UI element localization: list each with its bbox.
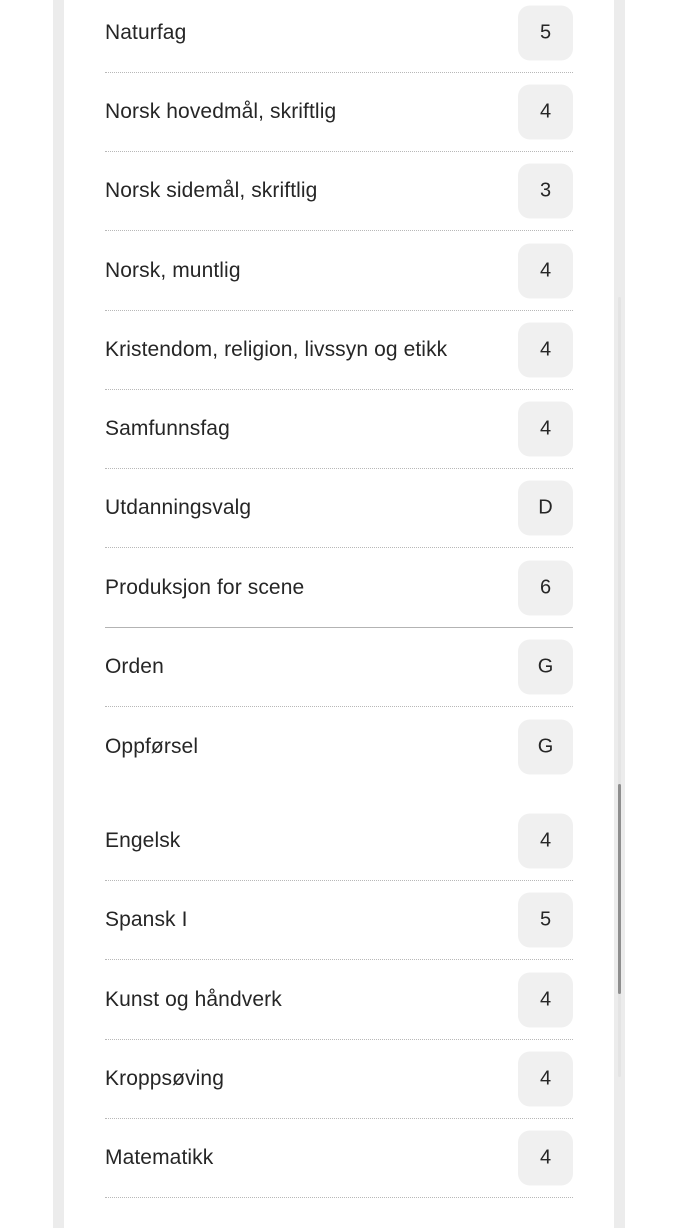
grade-row-orden: Orden G	[105, 628, 573, 707]
grade-row-norsk-hovedmal: Norsk hovedmål, skriftlig 4	[105, 73, 573, 152]
subject-label: Kristendom, religion, livssyn og etikk	[105, 338, 448, 361]
grade-badge: 4	[518, 84, 573, 140]
grade-badge: 4	[518, 972, 573, 1028]
grade-badge: 4	[518, 322, 573, 378]
grade-badge: G	[518, 639, 573, 695]
grade-row-matematikk: Matematikk 4	[105, 1119, 573, 1198]
grade-badge: 4	[518, 243, 573, 299]
grade-badge: G	[518, 719, 573, 774]
grade-row-naturfag: Naturfag 5	[105, 0, 573, 73]
subject-label: Spansk I	[105, 908, 188, 931]
grade-badge: 4	[518, 1130, 573, 1186]
grade-badge: 4	[518, 401, 573, 457]
left-gutter	[53, 0, 64, 1228]
subject-label: Engelsk	[105, 829, 181, 852]
subject-label: Orden	[105, 655, 164, 678]
subject-label: Produksjon for scene	[105, 576, 305, 599]
grade-row-utdanningsvalg: Utdanningsvalg D	[105, 469, 573, 548]
grade-badge: 3	[518, 163, 573, 219]
subject-label: Naturfag	[105, 21, 187, 44]
subject-label: Norsk, muntlig	[105, 259, 241, 282]
subject-label: Oppførsel	[105, 734, 199, 758]
grade-badge: 6	[518, 560, 573, 616]
grade-row-kunst-og-handverk: Kunst og håndverk 4	[105, 961, 573, 1040]
grade-badge: 4	[518, 1051, 573, 1107]
grade-row-engelsk: Engelsk 4	[105, 802, 573, 881]
subject-label: Samfunnsfag	[105, 417, 230, 440]
grade-row-oppforsel: Oppførsel G	[105, 707, 573, 786]
subject-label: Kunst og håndverk	[105, 988, 282, 1011]
scrollbar-thumb[interactable]	[618, 784, 621, 994]
subject-label: Kroppsøving	[105, 1067, 224, 1090]
grade-row-norsk-sidemal: Norsk sidemål, skriftlig 3	[105, 152, 573, 231]
grade-row-krle: Kristendom, religion, livssyn og etikk 4	[105, 311, 573, 390]
grade-badge: 5	[518, 892, 573, 948]
grade-row-spansk: Spansk I 5	[105, 881, 573, 960]
grade-row-kroppsoving: Kroppsøving 4	[105, 1040, 573, 1119]
grade-badge: 5	[518, 5, 573, 61]
subject-label: Utdanningsvalg	[105, 496, 252, 519]
subject-label: Norsk hovedmål, skriftlig	[105, 100, 337, 123]
grade-badge: D	[518, 480, 573, 536]
grade-row-produksjon-for-scene: Produksjon for scene 6	[105, 549, 573, 628]
grade-badge: 4	[518, 813, 573, 869]
grade-row-norsk-muntlig: Norsk, muntlig 4	[105, 232, 573, 311]
subject-label: Norsk sidemål, skriftlig	[105, 179, 318, 202]
subject-label: Matematikk	[105, 1146, 214, 1169]
grade-row-samfunnsfag: Samfunnsfag 4	[105, 390, 573, 469]
